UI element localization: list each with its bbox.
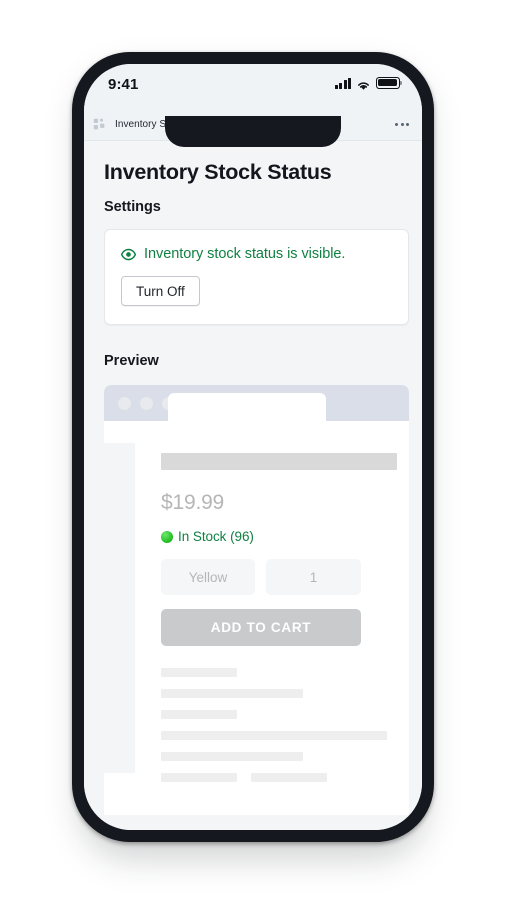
skeleton-line (161, 668, 237, 677)
stock-status-text: In Stock (96) (178, 529, 254, 544)
product-title-placeholder (161, 453, 397, 470)
browser-chrome-bar (104, 385, 409, 423)
skeleton-line (161, 752, 303, 761)
stock-status-row: In Stock (96) (161, 529, 397, 544)
settings-card: Inventory stock status is visible. Turn … (104, 229, 409, 325)
visibility-status-text: Inventory stock status is visible. (144, 246, 346, 262)
product-detail-area: $19.99 In Stock (96) Yellow 1 ADD TO CAR… (161, 421, 397, 782)
cellular-signal-icon (334, 77, 351, 89)
product-price: $19.99 (161, 491, 225, 514)
browser-tab (168, 393, 326, 423)
browser-dot-minimize (140, 397, 153, 410)
product-variant-selectors: Yellow 1 (161, 559, 397, 595)
product-description-placeholder (161, 668, 397, 782)
color-selector[interactable]: Yellow (161, 559, 255, 595)
page-title: Inventory Stock Status (104, 160, 332, 184)
preview-section-label: Preview (104, 353, 159, 369)
apps-grid-icon (93, 118, 106, 131)
visibility-status-row: Inventory stock status is visible. (120, 246, 392, 262)
phone-screen: 9:41 Inventory Inventory Stock Status Se… (84, 64, 422, 830)
settings-section-label: Settings (104, 199, 161, 215)
status-bar: 9:41 (84, 64, 422, 108)
add-to-cart-button[interactable]: ADD TO CART (161, 609, 361, 646)
eye-visible-icon (120, 247, 137, 262)
phone-notch (165, 116, 341, 147)
turn-off-button[interactable]: Turn Off (121, 276, 200, 306)
storefront-sidebar-placeholder (104, 443, 135, 773)
browser-window-dots (118, 397, 175, 410)
skeleton-line-pair (161, 773, 397, 782)
quantity-selector[interactable]: 1 (266, 559, 361, 595)
wifi-icon (356, 78, 371, 90)
skeleton-line (161, 731, 387, 740)
skeleton-line (161, 689, 303, 698)
storefront-preview: $19.99 In Stock (96) Yellow 1 ADD TO CAR… (104, 385, 409, 815)
screenshot-root: 9:41 Inventory Inventory Stock Status Se… (0, 0, 506, 900)
green-circle-icon (161, 530, 173, 543)
browser-viewport: $19.99 In Stock (96) Yellow 1 ADD TO CAR… (104, 421, 409, 815)
skeleton-line (251, 773, 327, 782)
status-bar-icons (334, 77, 403, 90)
battery-icon (376, 77, 403, 89)
status-bar-time: 9:41 (108, 76, 139, 93)
skeleton-line (161, 710, 237, 719)
skeleton-line (161, 773, 237, 782)
page-content: Inventory Stock Status Settings Inventor… (84, 141, 422, 830)
more-horizontal-icon[interactable] (395, 122, 409, 126)
browser-dot-close (118, 397, 131, 410)
